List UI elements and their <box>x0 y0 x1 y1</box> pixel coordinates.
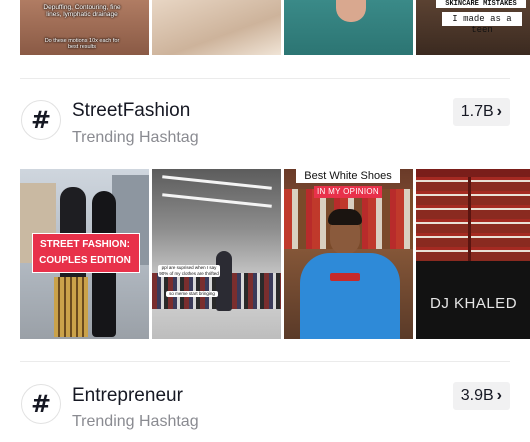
divider <box>20 361 510 362</box>
person-shape <box>216 251 232 311</box>
hashtag-icon: # <box>21 100 61 140</box>
video-caption: STREET FASHION: <box>39 239 130 250</box>
hashtag-icon: # <box>21 384 61 424</box>
chevron-right-icon: › <box>496 387 502 404</box>
video-thumbnail[interactable]: Depuffing, Contouring, fine lines, lymph… <box>20 0 149 55</box>
person-neck-shape <box>336 0 366 22</box>
hashtag-subtitle: Trending Hashtag <box>72 413 199 430</box>
hashtag-title[interactable]: StreetFashion <box>72 100 190 122</box>
video-thumbnail[interactable]: SKINCARE MISTAKES I made as a teen <box>416 0 530 55</box>
video-caption: IN MY OPINION <box>317 187 379 196</box>
person-hair <box>328 209 362 225</box>
video-caption: ppl are suprised when I say 90% of my cl… <box>158 265 220 277</box>
hashtag-subtitle: Trending Hashtag <box>72 129 199 146</box>
shirt-shape <box>300 253 400 339</box>
shirt-logo <box>330 273 360 281</box>
video-thumbnail[interactable] <box>284 0 413 55</box>
video-caption: SKINCARE MISTAKES <box>445 0 517 8</box>
divider <box>20 78 510 79</box>
video-caption: so meme start bringing <box>166 291 218 297</box>
views-count: 3.9B <box>460 387 494 404</box>
video-caption: COUPLES EDITION <box>39 255 131 266</box>
video-caption: Depuffing, Contouring, fine lines, lymph… <box>43 4 121 18</box>
video-thumbnail[interactable]: STREET FASHION: COUPLES EDITION <box>20 169 149 339</box>
views-count: 1.7B <box>460 103 494 120</box>
video-caption: Do these motions 10x each for best resul… <box>44 38 120 50</box>
shoe-shelf-divider <box>468 177 471 261</box>
shoe-shelf <box>416 177 530 261</box>
video-thumbnail[interactable]: ppl are suprised when I say 90% of my cl… <box>152 169 281 339</box>
hashtag-views-button[interactable]: 3.9B › <box>452 382 510 410</box>
hashtag-views-button[interactable]: 1.7B › <box>452 98 510 126</box>
chevron-right-icon: › <box>496 103 502 120</box>
video-caption: I made as a teen <box>452 14 512 35</box>
video-thumbnail[interactable] <box>152 0 281 55</box>
video-caption: Best White Shoes <box>304 170 392 182</box>
ceiling-light <box>162 193 272 208</box>
video-caption: DJ KHALED <box>430 295 518 312</box>
ceiling-light <box>162 175 272 190</box>
video-thumbnail[interactable]: Best White Shoes IN MY OPINION <box>284 169 413 339</box>
hashtag-title[interactable]: Entrepreneur <box>72 385 183 407</box>
person-legs <box>54 277 88 337</box>
video-thumbnail[interactable]: DJ KHALED <box>416 169 530 339</box>
